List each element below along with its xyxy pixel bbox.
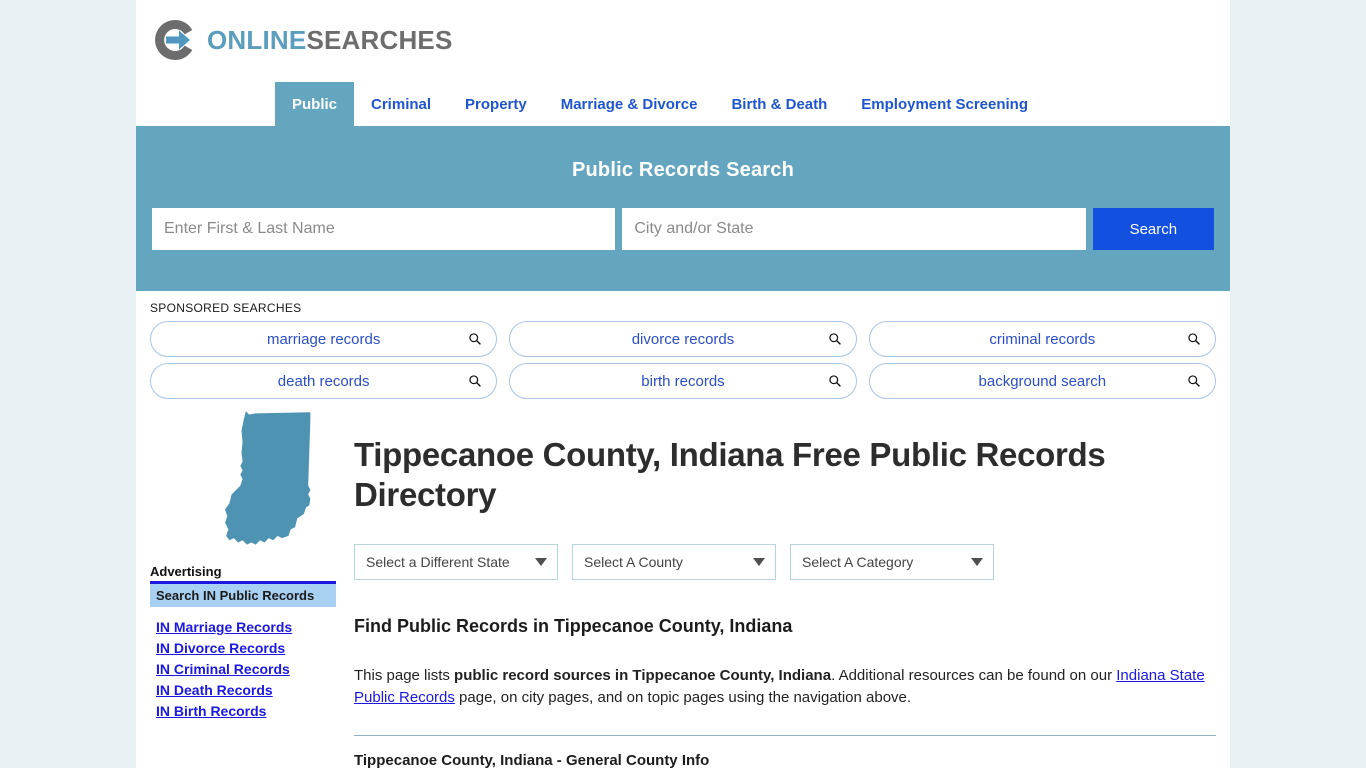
logo-word-online: ONLINE: [207, 25, 307, 55]
site-logo[interactable]: ONLINESEARCHES: [152, 16, 453, 64]
section-divider: [354, 734, 1216, 736]
sponsored-pill-criminal-records[interactable]: criminal records: [868, 321, 1216, 357]
page-root: ONLINESEARCHES Public Criminal Property …: [0, 0, 1366, 768]
search-button[interactable]: Search: [1092, 208, 1214, 250]
chevron-down-icon: [535, 557, 547, 566]
chevron-down-icon: [753, 557, 765, 566]
search-icon: [828, 333, 841, 345]
online-searches-logo-icon: [155, 20, 193, 60]
hero-title: Public Records Search: [571, 159, 795, 181]
sponsored-pill-label: criminal records: [989, 330, 1096, 348]
nav-item-employment-screening[interactable]: Employment Screening: [844, 82, 1045, 126]
sponsored-pill-marriage-records[interactable]: marriage records: [150, 321, 498, 357]
sidebar-link-in-marriage-records[interactable]: IN Marriage Records: [156, 617, 336, 638]
sponsored-pill-birth-records[interactable]: birth records: [509, 363, 857, 399]
paragraph-part-3: page, on city pages, and on topic pages …: [454, 688, 912, 706]
sponsored-pill-background-search[interactable]: background search: [868, 363, 1216, 399]
sponsored-pill-label: background search: [978, 372, 1107, 390]
sponsored-searches-label: SPONSORED SEARCHES: [150, 301, 302, 315]
sponsored-pill-label: death records: [277, 372, 370, 390]
logo-word-searches: SEARCHES: [306, 25, 453, 55]
sidebar-link-in-criminal-records[interactable]: IN Criminal Records: [156, 659, 336, 680]
search-form: Search: [152, 208, 1214, 250]
sponsored-pill-label: marriage records: [266, 330, 381, 348]
category-select-value: Select A Category: [802, 553, 914, 570]
main-columns: Advertising Search IN Public Records IN …: [136, 405, 1230, 768]
intro-paragraph: This page lists public record sources in…: [354, 665, 1216, 709]
sponsored-pill-divorce-records[interactable]: divorce records: [509, 321, 857, 357]
category-select[interactable]: Select A Category: [790, 543, 994, 580]
nav-item-property[interactable]: Property: [448, 82, 544, 126]
general-county-info-heading: Tippecanoe County, Indiana - General Cou…: [354, 751, 710, 768]
sidebar: Advertising Search IN Public Records IN …: [150, 405, 336, 768]
nav-item-birth-death[interactable]: Birth & Death: [714, 82, 844, 126]
indiana-state-map-icon: [225, 411, 311, 545]
search-icon: [469, 375, 482, 387]
main-content: Tippecanoe County, Indiana Free Public R…: [336, 405, 1216, 768]
paragraph-part-2: . Additional resources can be found on o…: [831, 666, 1117, 684]
sidebar-link-list: IN Marriage Records IN Divorce Records I…: [150, 617, 336, 722]
paragraph-bold-1: public record sources in Tippecanoe Coun…: [454, 666, 832, 684]
find-records-subtitle: Find Public Records in Tippecanoe County…: [354, 615, 793, 636]
sidebar-link-in-birth-records[interactable]: IN Birth Records: [156, 701, 336, 722]
chevron-down-icon: [971, 557, 983, 566]
sponsored-pill-death-records[interactable]: death records: [150, 363, 498, 399]
sidebar-section-title: Search IN Public Records: [150, 584, 336, 607]
primary-nav: Public Criminal Property Marriage & Divo…: [136, 82, 1230, 126]
location-search-input[interactable]: [622, 208, 1086, 250]
paragraph-part-1: This page lists: [354, 666, 455, 684]
nav-item-public[interactable]: Public: [275, 82, 355, 126]
search-icon: [828, 375, 841, 387]
sidebar-link-in-divorce-records[interactable]: IN Divorce Records: [156, 638, 336, 659]
sponsored-row-2: death records birth records background s…: [150, 363, 1216, 399]
state-select[interactable]: Select a Different State: [354, 543, 558, 580]
advertising-label: Advertising: [150, 564, 336, 584]
filter-selects: Select a Different State Select A County…: [354, 543, 1216, 580]
county-select-value: Select A County: [584, 553, 683, 570]
content-shell: ONLINESEARCHES Public Criminal Property …: [136, 0, 1230, 768]
search-icon: [1188, 375, 1200, 387]
nav-item-marriage-divorce[interactable]: Marriage & Divorce: [544, 82, 715, 126]
sponsored-searches: SPONSORED SEARCHES marriage records divo…: [136, 291, 1230, 399]
site-header: ONLINESEARCHES: [136, 0, 1230, 82]
name-search-input[interactable]: [152, 208, 616, 250]
sponsored-row-1: marriage records divorce records crimina…: [150, 321, 1216, 357]
logo-wordmark: ONLINESEARCHES: [207, 27, 453, 53]
sponsored-pill-label: birth records: [641, 372, 725, 390]
sidebar-link-in-death-records[interactable]: IN Death Records: [156, 680, 336, 701]
public-records-search-banner: Public Records Search Search: [136, 126, 1230, 291]
search-icon: [469, 333, 482, 345]
search-icon: [1188, 333, 1200, 345]
sponsored-pill-label: divorce records: [631, 330, 735, 348]
state-select-value: Select a Different State: [366, 553, 510, 570]
county-select[interactable]: Select A County: [572, 543, 776, 580]
nav-item-criminal[interactable]: Criminal: [354, 82, 448, 126]
page-title: Tippecanoe County, Indiana Free Public R…: [354, 436, 1106, 514]
